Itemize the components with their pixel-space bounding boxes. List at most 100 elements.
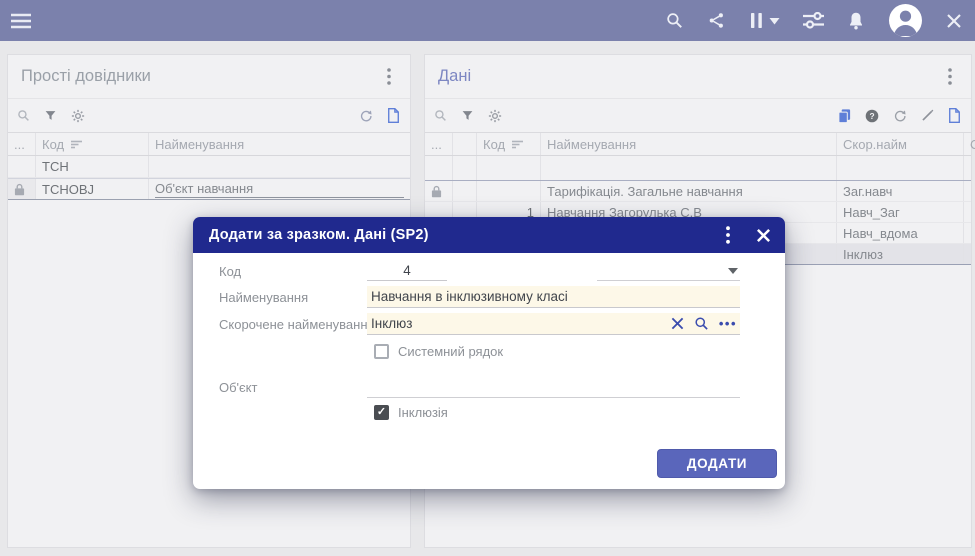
cell-short-name: Заг.навч — [837, 181, 964, 201]
caret-down-icon[interactable] — [769, 17, 780, 25]
share-icon[interactable] — [707, 11, 726, 30]
bell-icon[interactable] — [847, 11, 865, 31]
table-header: ... Код Найменування — [8, 133, 410, 156]
filter-cell — [453, 156, 477, 180]
filter-cell — [541, 156, 837, 180]
cell-short-name: Інклюз — [837, 244, 964, 264]
checkbox-checked-icon — [374, 405, 389, 420]
new-document-icon[interactable] — [948, 108, 961, 123]
sort-icon — [512, 140, 524, 149]
table-row[interactable]: TCHOBJ Об'єкт навчання — [8, 178, 410, 200]
cell-last — [964, 181, 975, 201]
pause-icon[interactable] — [749, 12, 764, 29]
filter-icon[interactable] — [44, 109, 57, 122]
right-toolbar: ? — [425, 99, 971, 133]
sort-icon — [71, 140, 83, 149]
dialog-header: Додати за зразком. Дані (SP2) — [193, 217, 785, 253]
code-input[interactable]: 4 — [367, 260, 447, 281]
header-cell-more[interactable]: ... — [425, 133, 453, 155]
header-cell-code[interactable]: Код — [477, 133, 541, 155]
filter-cell — [964, 156, 975, 180]
cell-short-name: Навч_вдома — [837, 223, 964, 243]
cell-name[interactable]: Об'єкт навчання — [149, 179, 410, 199]
cell-last — [964, 223, 975, 243]
cell-code — [477, 181, 541, 201]
short-name-label: Скорочене найменування — [219, 317, 375, 332]
filter-row[interactable] — [425, 156, 971, 181]
header-cell-blank[interactable] — [453, 133, 477, 155]
sliders-icon[interactable] — [803, 12, 824, 29]
filter-cell — [425, 156, 453, 180]
search-icon[interactable] — [434, 109, 447, 122]
lock-icon — [431, 185, 442, 198]
close-icon[interactable] — [756, 228, 771, 243]
add-button[interactable]: ДОДАТИ — [657, 449, 777, 478]
cell-lock — [8, 179, 36, 199]
settings-icon[interactable] — [488, 109, 502, 123]
clear-icon[interactable] — [671, 317, 684, 330]
kebab-menu-icon[interactable] — [937, 64, 963, 90]
page-title-left: Прості довідники — [21, 67, 376, 86]
refresh-icon[interactable] — [893, 109, 907, 123]
system-row-checkbox[interactable]: Системний рядок — [374, 344, 503, 359]
menu-icon[interactable] — [10, 13, 32, 29]
header-cell-name[interactable]: Найменування — [149, 133, 410, 155]
code-label: Код — [219, 264, 241, 279]
page-title-right: Дані — [438, 67, 937, 86]
close-icon[interactable] — [946, 13, 962, 29]
edit-icon[interactable] — [921, 109, 934, 122]
cell-short-name: Навч_Заг — [837, 202, 964, 222]
kebab-menu-icon[interactable] — [726, 226, 730, 244]
header-cell-code[interactable]: Код — [36, 133, 149, 155]
avatar[interactable] — [888, 3, 923, 38]
new-document-icon[interactable] — [387, 108, 400, 123]
table-header: ... Код Найменування Скор.найм С — [425, 133, 971, 156]
object-field[interactable] — [367, 377, 740, 398]
code-dropdown[interactable] — [597, 260, 740, 281]
name-input[interactable]: Навчання в інклюзивному класі — [367, 286, 740, 308]
cell-more — [8, 156, 36, 177]
add-by-sample-dialog: Додати за зразком. Дані (SP2) Код 4 Найм… — [193, 217, 785, 489]
topbar — [0, 0, 975, 41]
name-label: Найменування — [219, 290, 308, 305]
header-cell-last[interactable]: С — [964, 133, 975, 155]
left-toolbar — [8, 99, 410, 133]
simple-directories-table: ... Код Найменування TCH TCHOBJ Об'єкт н… — [8, 133, 410, 200]
inclusion-checkbox[interactable]: Інклюзія — [374, 405, 448, 420]
table-row[interactable]: Тарифікація. Загальне навчання Заг.навч — [425, 181, 971, 202]
header-cell-short-name[interactable]: Скор.найм — [837, 133, 964, 155]
header-cell-more[interactable]: ... — [8, 133, 36, 155]
table-row[interactable]: TCH — [8, 156, 410, 178]
chevron-down-icon — [728, 268, 738, 274]
filter-icon[interactable] — [461, 109, 474, 122]
cell-last — [964, 244, 975, 264]
refresh-icon[interactable] — [359, 109, 373, 123]
filter-cell — [837, 156, 964, 180]
short-name-input[interactable]: Інклюз ••• — [367, 313, 740, 335]
dialog-body: Код 4 Найменування Навчання в інклюзивно… — [193, 253, 785, 489]
left-panel-header: Прості довідники — [8, 55, 410, 99]
right-panel-header: Дані — [425, 55, 971, 99]
settings-icon[interactable] — [71, 109, 85, 123]
cell-last — [964, 202, 975, 222]
help-icon[interactable]: ? — [865, 109, 879, 123]
kebab-menu-icon[interactable] — [376, 64, 402, 90]
cell-blank — [453, 181, 477, 201]
cell-code: TCHOBJ — [36, 179, 149, 199]
cell-name — [149, 156, 410, 177]
object-label: Об'єкт — [219, 380, 257, 395]
cell-name: Тарифікація. Загальне навчання — [541, 181, 837, 201]
checkbox-unchecked-icon — [374, 344, 389, 359]
search-icon[interactable] — [694, 316, 709, 331]
filter-cell — [477, 156, 541, 180]
search-icon[interactable] — [17, 109, 30, 122]
dialog-title: Додати за зразком. Дані (SP2) — [209, 227, 726, 243]
input-icons: ••• — [671, 316, 740, 331]
copy-icon[interactable] — [838, 109, 851, 123]
more-options-icon[interactable]: ••• — [719, 319, 737, 329]
cell-lock — [425, 181, 453, 201]
cell-code: TCH — [36, 156, 149, 177]
header-cell-name[interactable]: Найменування — [541, 133, 837, 155]
search-icon[interactable] — [665, 11, 684, 30]
svg-text:?: ? — [869, 110, 874, 120]
